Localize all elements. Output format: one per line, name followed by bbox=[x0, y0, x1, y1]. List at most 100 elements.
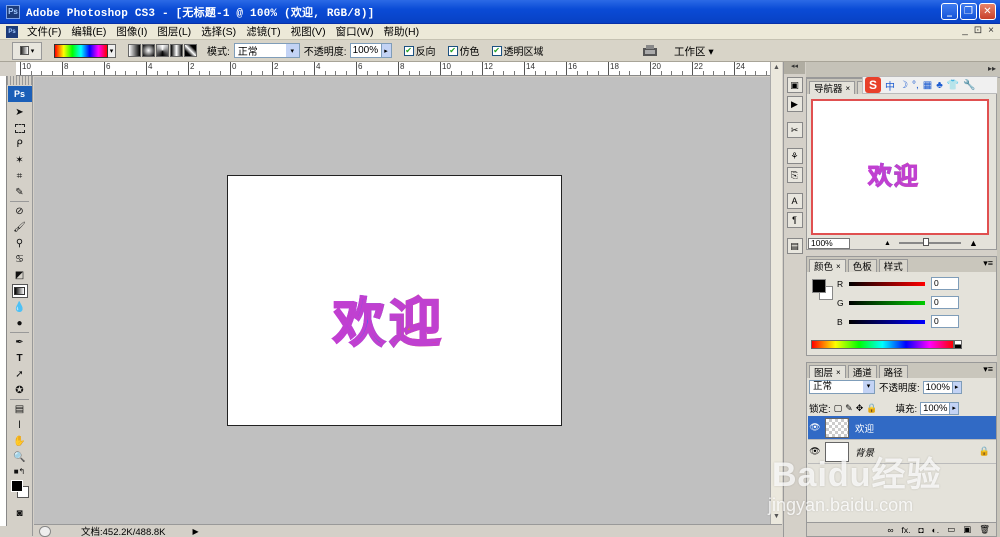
dock-expand-icon[interactable]: ▸▸ bbox=[988, 64, 996, 73]
lock-transparency-icon[interactable]: ▢ bbox=[834, 403, 843, 414]
color-foreground-swatch[interactable] bbox=[812, 279, 826, 293]
foreground-color-swatch[interactable] bbox=[11, 480, 23, 492]
layer-style-icon[interactable]: fx. bbox=[902, 525, 911, 535]
link-layers-icon[interactable]: ∞ bbox=[887, 525, 893, 535]
red-slider[interactable] bbox=[849, 281, 925, 286]
navigator-zoom-slider[interactable] bbox=[898, 238, 961, 246]
color-swatches[interactable] bbox=[7, 478, 32, 504]
marquee-tool-icon[interactable] bbox=[12, 121, 28, 135]
doc-minimize-icon[interactable]: _ bbox=[962, 25, 968, 36]
eye-icon[interactable]: 👁 bbox=[808, 446, 822, 457]
zoom-slider-knob[interactable] bbox=[922, 238, 929, 246]
tab-color[interactable]: 颜色 × bbox=[809, 259, 846, 273]
radial-gradient-button[interactable] bbox=[142, 44, 155, 57]
move-tool-icon[interactable]: ➤ bbox=[12, 105, 28, 119]
doc-close-icon[interactable]: × bbox=[988, 25, 994, 36]
checkbox-dither[interactable]: ✔ bbox=[447, 45, 458, 56]
layer-row-background[interactable]: 👁 背景 🔒 bbox=[808, 440, 996, 464]
gradient-dropdown[interactable]: ▾ bbox=[108, 43, 116, 58]
minimize-button[interactable]: _ bbox=[941, 3, 958, 20]
paragraph-palette-icon[interactable]: ¶ bbox=[786, 212, 803, 228]
ime-chinese-mode[interactable]: 中 bbox=[885, 78, 895, 93]
fill-slider-button[interactable]: ▸ bbox=[950, 401, 960, 415]
checkbox-transparency[interactable]: ✔ bbox=[491, 45, 502, 56]
menu-window[interactable]: 窗口(W) bbox=[331, 24, 379, 39]
custom-shape-tool-icon[interactable]: ✪ bbox=[12, 383, 28, 397]
history-brush-tool-icon[interactable]: ♋ bbox=[12, 252, 28, 266]
close-icon[interactable]: × bbox=[836, 368, 841, 377]
menu-filter[interactable]: 滤镜(T) bbox=[241, 24, 285, 39]
fill-input[interactable]: 100% bbox=[920, 401, 951, 415]
eye-icon[interactable]: 👁 bbox=[808, 422, 822, 433]
clone-source-icon[interactable]: ⎘ bbox=[786, 167, 803, 183]
sogou-logo-icon[interactable]: S bbox=[865, 77, 881, 93]
ime-shirt-icon[interactable]: 👕 bbox=[947, 80, 959, 91]
tab-styles[interactable]: 样式 bbox=[878, 259, 908, 273]
ime-skin-icon[interactable]: ♣ bbox=[936, 80, 943, 91]
mode-select[interactable]: 正常 ▾ bbox=[233, 43, 300, 58]
menu-edit[interactable]: 编辑(E) bbox=[66, 24, 111, 39]
menu-help[interactable]: 帮助(H) bbox=[379, 24, 425, 39]
menu-select[interactable]: 选择(S) bbox=[196, 24, 241, 39]
brush-tool-icon[interactable]: 🖌 bbox=[12, 220, 28, 234]
eraser-tool-icon[interactable]: ◩ bbox=[12, 268, 28, 282]
menu-file[interactable]: 文件(F) bbox=[22, 24, 66, 39]
tool-presets-icon[interactable]: ✂ bbox=[786, 122, 803, 138]
type-tool-icon[interactable]: T bbox=[12, 351, 28, 365]
ime-settings-icon[interactable]: 🔧 bbox=[963, 80, 975, 91]
blur-tool-icon[interactable]: 💧 bbox=[12, 300, 28, 314]
angle-gradient-button[interactable] bbox=[156, 44, 169, 57]
path-selection-tool-icon[interactable]: ➚ bbox=[12, 367, 28, 381]
hand-tool-icon[interactable]: ✋ bbox=[12, 434, 28, 448]
notes-tool-icon[interactable]: ▤ bbox=[12, 402, 28, 416]
new-group-icon[interactable]: ▭ bbox=[947, 524, 955, 535]
quick-mask-icon[interactable]: ◙ bbox=[12, 506, 28, 520]
ime-keyboard-icon[interactable]: ▦ bbox=[923, 80, 932, 91]
transparency-checkbox[interactable]: ✔ 透明区域 bbox=[491, 43, 544, 58]
eyedropper-tool-icon[interactable]: ǀ bbox=[12, 418, 28, 432]
navigator-zoom-input[interactable]: 100% bbox=[808, 237, 850, 249]
black-white-swatch[interactable] bbox=[954, 340, 962, 349]
tool-preset-picker[interactable]: ▾ bbox=[12, 41, 42, 60]
tab-layers[interactable]: 图层 × bbox=[809, 365, 846, 379]
opacity-slider-button[interactable]: ▸ bbox=[381, 43, 392, 58]
tab-navigator[interactable]: 导航器 × bbox=[809, 81, 856, 95]
tab-paths[interactable]: 路径 bbox=[878, 365, 908, 379]
close-button[interactable]: ✕ bbox=[979, 3, 996, 20]
red-value-input[interactable]: 0 bbox=[931, 277, 959, 290]
gradient-picker[interactable] bbox=[54, 43, 108, 58]
magic-wand-tool-icon[interactable]: ✶ bbox=[12, 153, 28, 167]
workspace-menu[interactable]: 工作区 ▾ bbox=[674, 44, 714, 59]
default-colors-icon[interactable]: ■↰ bbox=[12, 466, 28, 476]
lasso-tool-icon[interactable]: ᑭ bbox=[12, 137, 28, 151]
doc-restore-icon[interactable]: ⊡ bbox=[974, 25, 982, 36]
close-icon[interactable]: × bbox=[846, 84, 851, 93]
zoom-in-icon[interactable]: ▲ bbox=[969, 238, 978, 248]
green-slider[interactable] bbox=[849, 300, 925, 305]
delete-layer-icon[interactable]: 🗑 bbox=[979, 524, 990, 535]
ime-punct-icon[interactable]: °, bbox=[912, 80, 919, 91]
zoom-tool-icon[interactable]: 🔍 bbox=[12, 450, 28, 464]
scroll-down-icon[interactable]: ▼ bbox=[772, 513, 781, 522]
dither-checkbox[interactable]: ✔ 仿色 bbox=[447, 43, 480, 58]
brushes-palette-icon[interactable]: ⚘ bbox=[786, 148, 803, 164]
ime-moon-icon[interactable]: ☽ bbox=[899, 80, 908, 91]
color-spectrum-bar[interactable] bbox=[811, 340, 954, 349]
toolbox-ps-logo[interactable]: Ps bbox=[7, 86, 32, 102]
vertical-scrollbar[interactable]: ▲ ▼ bbox=[770, 62, 782, 524]
actions-palette-icon[interactable]: ▶ bbox=[786, 96, 803, 112]
toolbox-grip[interactable] bbox=[7, 76, 32, 85]
green-value-input[interactable]: 0 bbox=[931, 296, 959, 309]
new-layer-icon[interactable]: ▣ bbox=[963, 524, 971, 535]
crop-tool-icon[interactable]: ⌗ bbox=[12, 169, 28, 183]
linear-gradient-button[interactable] bbox=[128, 44, 141, 57]
healing-brush-tool-icon[interactable]: ⊘ bbox=[12, 204, 28, 218]
lock-all-icon[interactable]: 🔒 bbox=[866, 403, 877, 414]
reflected-gradient-button[interactable] bbox=[170, 44, 183, 57]
character-palette-icon[interactable]: A bbox=[786, 193, 803, 209]
tab-channels[interactable]: 通道 bbox=[847, 365, 877, 379]
status-zoom-field[interactable] bbox=[39, 525, 51, 537]
layer-row-text[interactable]: 👁 欢迎 bbox=[808, 416, 996, 440]
status-menu-arrow[interactable]: ▶ bbox=[193, 527, 199, 536]
diamond-gradient-button[interactable] bbox=[184, 44, 197, 57]
